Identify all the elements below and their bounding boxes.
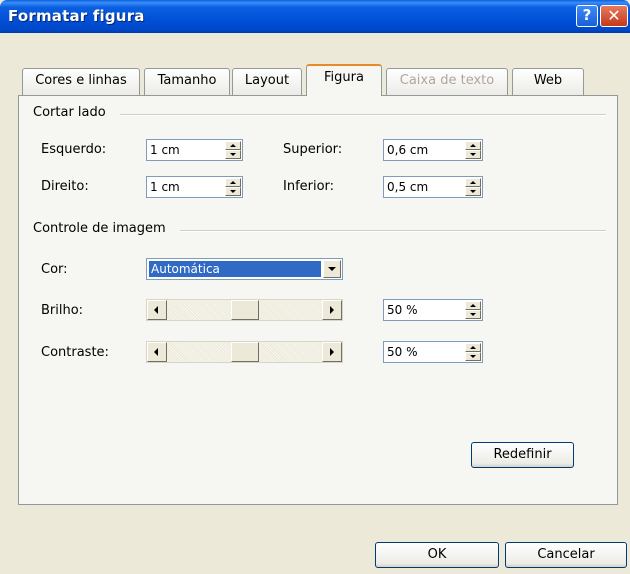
format-picture-dialog: Formatar figura ? ✕ Cores e linhas Taman… [0, 0, 630, 574]
tab-label: Cores e linhas [35, 73, 127, 88]
crop-left-value: 1 cm [150, 143, 180, 157]
color-selected-value: Automática [149, 261, 321, 277]
contrast-slider-thumb[interactable] [230, 342, 259, 362]
tab-label: Figura [324, 70, 364, 85]
tab-caixa-de-texto: Caixa de texto [386, 68, 508, 95]
reset-button-label: Redefinir [493, 447, 552, 462]
crop-right-value: 1 cm [150, 180, 180, 194]
brightness-slider-thumb[interactable] [230, 300, 259, 320]
brightness-spinner[interactable]: 50 % [383, 299, 483, 321]
scroll-right-icon[interactable] [322, 300, 342, 320]
scroll-left-icon[interactable] [147, 300, 167, 320]
spin-up-icon[interactable] [465, 178, 481, 187]
crop-section-label: Cortar lado [33, 105, 106, 120]
brightness-value: 50 % [387, 303, 418, 317]
spin-down-icon[interactable] [225, 150, 241, 159]
contrast-label: Contraste: [41, 345, 109, 360]
color-dropdown[interactable]: Automática [146, 258, 343, 280]
spin-down-icon[interactable] [225, 187, 241, 196]
crop-right-spinner[interactable]: 1 cm [146, 176, 243, 198]
help-button[interactable]: ? [576, 5, 598, 27]
spin-up-icon[interactable] [225, 141, 241, 150]
crop-bottom-value: 0,5 cm [387, 180, 429, 194]
close-icon: ✕ [607, 6, 621, 25]
title-bar: Formatar figura ? ✕ [0, 0, 630, 33]
cancel-button[interactable]: Cancelar [505, 542, 627, 568]
spin-up-icon[interactable] [465, 301, 481, 310]
reset-button[interactable]: Redefinir [471, 442, 574, 468]
crop-left-label: Esquerdo: [41, 142, 107, 157]
tab-label: Caixa de texto [399, 73, 495, 88]
spin-up-icon[interactable] [465, 141, 481, 150]
cancel-button-label: Cancelar [537, 547, 595, 562]
brightness-label: Brilho: [41, 303, 84, 318]
crop-bottom-spinner[interactable]: 0,5 cm [383, 176, 483, 198]
help-icon: ? [582, 6, 592, 24]
tab-cores-e-linhas[interactable]: Cores e linhas [22, 68, 140, 95]
ok-button-label: OK [427, 547, 447, 562]
close-button[interactable]: ✕ [600, 5, 628, 27]
tab-figura[interactable]: Figura [306, 64, 382, 96]
window-title: Formatar figura [8, 7, 145, 25]
spin-up-icon[interactable] [225, 178, 241, 187]
scroll-left-icon[interactable] [147, 342, 167, 362]
tab-tamanho[interactable]: Tamanho [144, 68, 230, 95]
tab-layout[interactable]: Layout [232, 68, 302, 95]
spin-down-icon[interactable] [465, 150, 481, 159]
ok-button[interactable]: OK [375, 542, 499, 568]
tab-web[interactable]: Web [512, 68, 584, 95]
crop-top-spinner[interactable]: 0,6 cm [383, 139, 483, 161]
crop-top-value: 0,6 cm [387, 143, 429, 157]
contrast-spinner[interactable]: 50 % [383, 341, 483, 363]
section-divider [180, 230, 606, 232]
spin-down-icon[interactable] [465, 352, 481, 361]
color-label: Cor: [41, 262, 68, 277]
chevron-down-icon[interactable] [323, 260, 341, 278]
crop-top-label: Superior: [283, 142, 343, 157]
scroll-right-icon[interactable] [322, 342, 342, 362]
contrast-slider[interactable] [146, 341, 343, 363]
spin-up-icon[interactable] [465, 343, 481, 352]
tab-label: Tamanho [157, 73, 217, 88]
crop-right-label: Direito: [41, 179, 89, 194]
brightness-slider[interactable] [146, 299, 343, 321]
image-control-section-label: Controle de imagem [33, 221, 166, 236]
spin-down-icon[interactable] [465, 310, 481, 319]
tab-label: Web [533, 73, 563, 88]
spin-down-icon[interactable] [465, 187, 481, 196]
section-divider [120, 114, 606, 116]
crop-bottom-label: Inferior: [283, 179, 335, 194]
tab-label: Layout [244, 73, 290, 88]
contrast-value: 50 % [387, 345, 418, 359]
crop-left-spinner[interactable]: 1 cm [146, 139, 243, 161]
button-bar: OK Cancelar [0, 505, 630, 574]
